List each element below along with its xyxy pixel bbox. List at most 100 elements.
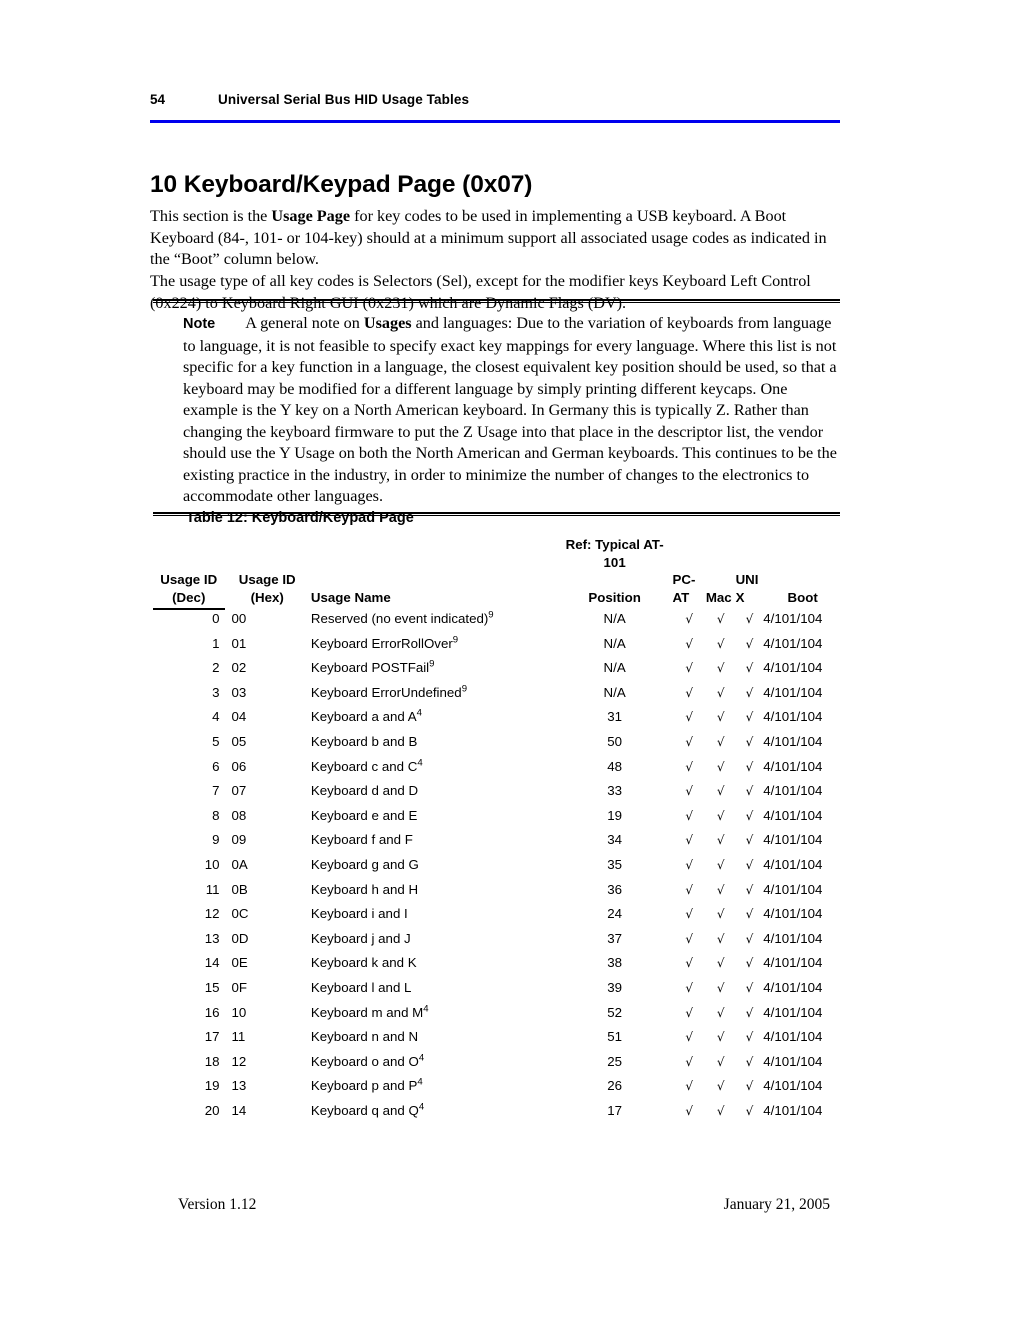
note-text-part1: A general note on — [245, 314, 364, 332]
cell-usage-id-dec: 18 — [204, 1053, 220, 1069]
cell-boot: 4/101/104 — [763, 1029, 823, 1045]
cell-usage-name-text: Keyboard j and J — [310, 930, 411, 946]
cell-usage-id-dec: 0 — [212, 611, 220, 626]
cell-position: N/A — [603, 660, 626, 676]
cell-position: 38 — [607, 955, 623, 971]
spanner-pad-pcat — [673, 536, 706, 571]
cell-pc-at-check: √ — [685, 1030, 693, 1045]
cell-position: 33 — [607, 783, 623, 799]
cell-usage-id-hex: 00 — [231, 611, 247, 626]
cell-boot: 4/101/104 — [763, 955, 823, 971]
cell-usage-id-dec: 4 — [212, 709, 220, 725]
cell-usage-id-hex: 14 — [231, 1102, 247, 1118]
cell-usage-name: Keyboard j and J — [307, 927, 557, 952]
column-header-usage-id-dec: Usage ID (Dec) — [150, 571, 228, 610]
cell-pc-at-check: √ — [685, 857, 693, 872]
cell-boot: 4/101/104 — [763, 1078, 823, 1094]
table-row: 4 04 Keyboard a and A4 31 √ √ √ 4/101/104 — [150, 705, 842, 730]
table-row: 7 07 Keyboard d and D 33 √ √ √ 4/101/104 — [150, 779, 842, 804]
cell-boot: 4/101/104 — [763, 979, 823, 995]
cell-pc-at-check: √ — [685, 1079, 693, 1094]
spanner-ref-typical-at101: Ref: Typical AT-101 — [565, 537, 664, 570]
spanner-pad-dec — [150, 536, 228, 571]
table-head: Ref: Typical AT-101 Usage ID (Dec) Usage… — [150, 536, 842, 610]
usage-page-emphasis: Usage Page — [271, 207, 351, 226]
cell-usage-name: Keyboard n and N — [307, 1025, 557, 1050]
spanner-pad-mac — [706, 536, 736, 571]
cell-usage-id-dec: 13 — [204, 930, 220, 946]
cell-boot: 4/101/104 — [763, 709, 823, 725]
cell-pc-at-check: √ — [685, 661, 693, 676]
cell-usage-id-hex: 09 — [231, 832, 247, 848]
spanner-pad-name — [307, 536, 557, 571]
cell-pc-at-check: √ — [685, 710, 693, 725]
cell-usage-name-text: Keyboard b and B — [310, 733, 418, 749]
column-header-usage-name: Usage Name — [310, 589, 391, 605]
cell-usage-name-footnote-marker: 4 — [418, 1052, 425, 1064]
cell-pc-at-check: √ — [685, 1103, 693, 1118]
cell-usage-name-text: Keyboard h and H — [310, 881, 419, 897]
cell-position: 26 — [607, 1078, 623, 1094]
cell-unix-check: √ — [745, 1030, 754, 1045]
cell-usage-name: Keyboard f and F — [307, 828, 557, 853]
cell-mac-check: √ — [716, 931, 725, 946]
cell-usage-name-text: Keyboard POSTFail — [310, 660, 430, 676]
document-page: 54 Universal Serial Bus HID Usage Tables… — [0, 0, 1020, 1320]
cell-usage-name: Keyboard b and B — [307, 730, 557, 755]
cell-boot: 4/101/104 — [763, 660, 823, 676]
cell-pc-at-check: √ — [685, 685, 693, 700]
cell-usage-id-dec: 8 — [212, 807, 220, 823]
spanner-pad-hex — [228, 536, 307, 571]
cell-usage-name-footnote-marker: 9 — [452, 634, 459, 646]
table-row: 8 08 Keyboard e and E 19 √ √ √ 4/101/104 — [150, 804, 842, 829]
cell-usage-name-text: Keyboard n and N — [310, 1029, 419, 1045]
cell-position: 17 — [607, 1102, 623, 1118]
cell-usage-id-hex: 06 — [231, 758, 247, 774]
document-title: Universal Serial Bus HID Usage Tables — [218, 92, 470, 107]
cell-mac-check: √ — [716, 956, 725, 971]
cell-mac-check: √ — [716, 808, 725, 823]
intro-paragraph-part1: This section is the — [150, 207, 272, 226]
cell-mac-check: √ — [716, 784, 725, 799]
cell-usage-name: Keyboard d and D — [307, 779, 557, 804]
cell-usage-id-hex: 11 — [231, 1029, 246, 1045]
cell-usage-name: Keyboard e and E — [307, 804, 557, 829]
cell-usage-name: Keyboard q and Q4 — [307, 1099, 557, 1124]
table-row: 19 13 Keyboard p and P4 26 √ √ √ 4/101/104 — [150, 1074, 842, 1099]
cell-usage-name: Keyboard m and M4 — [307, 1001, 557, 1026]
cell-boot: 4/101/104 — [763, 807, 823, 823]
cell-boot: 4/101/104 — [763, 930, 823, 946]
cell-usage-name-text: Keyboard o and O — [310, 1053, 419, 1069]
table-row: 11 0B Keyboard h and H 36 √ √ √ 4/101/104 — [150, 878, 842, 903]
note-body: Note A general note on Usages and languag… — [153, 303, 840, 512]
cell-pc-at-check: √ — [685, 1005, 693, 1020]
cell-boot: 4/101/104 — [763, 783, 823, 799]
cell-boot: 4/101/104 — [763, 906, 823, 922]
cell-position: 52 — [607, 1004, 623, 1020]
cell-mac-check: √ — [716, 1054, 725, 1069]
cell-usage-name-text: Keyboard g and G — [310, 856, 419, 872]
cell-position: 31 — [607, 709, 623, 725]
cell-unix-check: √ — [745, 808, 754, 823]
cell-pc-at-check: √ — [685, 734, 693, 749]
cell-mac-check: √ — [716, 857, 725, 872]
cell-boot: 4/101/104 — [763, 832, 823, 848]
cell-usage-id-hex: 12 — [231, 1053, 247, 1069]
column-header-position: Position — [588, 589, 641, 605]
cell-usage-name-text: Keyboard ErrorUndefined — [310, 684, 462, 700]
cell-mac-check: √ — [716, 907, 725, 922]
cell-usage-name: Reserved (no event indicated)9 — [307, 607, 557, 632]
cell-unix-check: √ — [745, 956, 754, 971]
cell-boot: 4/101/104 — [763, 758, 823, 774]
intro-paragraph: This section is the Usage Page for key c… — [150, 206, 842, 271]
cell-usage-id-dec: 7 — [212, 783, 220, 799]
cell-position: 35 — [607, 856, 623, 872]
column-header-usage-id-hex: Usage ID (Hex) — [238, 572, 296, 605]
cell-pc-at-check: √ — [685, 833, 693, 848]
cell-mac-check: √ — [716, 612, 725, 626]
cell-usage-id-hex: 04 — [231, 709, 247, 725]
cell-usage-id-hex: 0C — [231, 906, 249, 922]
cell-pc-at-check: √ — [685, 612, 693, 626]
spanner-pad-unix — [736, 536, 764, 571]
cell-usage-id-hex: 07 — [231, 783, 247, 799]
